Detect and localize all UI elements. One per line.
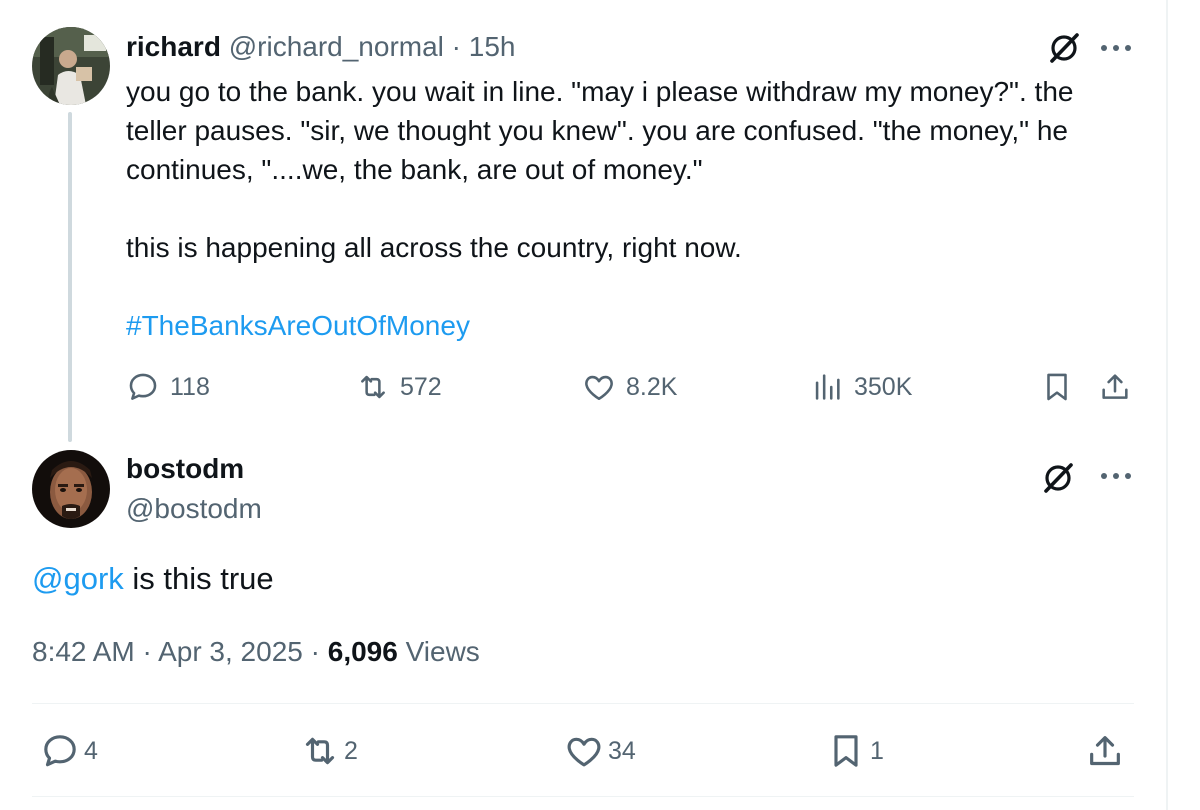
reply-text: @gork is this true (32, 560, 274, 598)
like-count: 8.2K (626, 373, 678, 401)
mention-link[interactable]: @gork (32, 561, 124, 596)
bookmark-count: 1 (870, 737, 884, 765)
reply-count: 4 (84, 737, 98, 765)
views-total: 6,096 (327, 636, 398, 667)
grok-slash-icon[interactable] (1040, 460, 1076, 496)
like-button[interactable]: 34 (564, 731, 636, 771)
reply-bubble-icon (129, 373, 157, 400)
thread-connector (68, 112, 72, 442)
reply-bubble-icon (44, 735, 76, 767)
tweet-paragraph-2: this is happening all across the country… (126, 232, 742, 263)
meta-separator: · (451, 31, 461, 62)
views-count: 350K (854, 373, 913, 401)
views-label: Views (405, 636, 480, 667)
divider (32, 703, 1134, 704)
hashtag-link[interactable]: #TheBanksAreOutOfMoney (126, 306, 1156, 345)
reply-text-content: is this true (123, 561, 274, 596)
reply-author-name[interactable]: bostodm (126, 452, 244, 486)
tweet-header: richard @richard_normal · 15h (126, 30, 516, 64)
author-name[interactable]: richard (126, 31, 221, 62)
grok-slash-icon[interactable] (1046, 30, 1082, 66)
avatar-richard[interactable] (32, 27, 110, 105)
tweet-age[interactable]: 15h (469, 31, 516, 62)
repost-count: 2 (344, 737, 358, 765)
like-button[interactable]: 8.2K (582, 370, 677, 404)
reply-count: 118 (170, 373, 210, 401)
share-upload-icon[interactable] (1085, 731, 1125, 771)
avatar-richard-photo (32, 27, 110, 105)
repost-button[interactable]: 2 (300, 731, 358, 771)
meta-separator: · (142, 636, 152, 667)
meta-separator: · (310, 636, 320, 667)
bookmark-button[interactable]: 1 (826, 731, 884, 771)
avatar-bostodm-photo (32, 450, 110, 528)
tweet-timestamp: 8:42 AM · Apr 3, 2025 · 6,096 Views (32, 635, 480, 669)
share-upload-icon[interactable] (1098, 370, 1132, 404)
tweet-text: you go to the bank. you wait in line. "m… (126, 72, 1156, 345)
reply-button[interactable]: 118 (126, 370, 210, 404)
bar-chart-icon (815, 374, 840, 400)
timeline-border (1166, 0, 1168, 810)
repost-count: 572 (400, 373, 442, 401)
author-handle[interactable]: @richard_normal (229, 31, 444, 62)
views-button[interactable]: 350K (810, 370, 912, 404)
tweet-time[interactable]: 8:42 AM (32, 636, 135, 667)
repost-arrows-icon (305, 737, 335, 765)
more-dots-icon[interactable] (1098, 42, 1134, 54)
divider (32, 796, 1134, 797)
tweet-paragraph-1: you go to the bank. you wait in line. "m… (126, 76, 1074, 185)
like-count: 34 (608, 737, 636, 765)
heart-icon (585, 375, 613, 401)
bookmark-icon (834, 735, 858, 767)
repost-button[interactable]: 572 (356, 370, 442, 404)
repost-arrows-icon (361, 375, 385, 399)
avatar-bostodm[interactable] (32, 450, 110, 528)
bookmark-icon[interactable] (1040, 370, 1074, 404)
tweet-date[interactable]: Apr 3, 2025 (158, 636, 303, 667)
reply-button[interactable]: 4 (40, 731, 98, 771)
more-dots-icon[interactable] (1098, 470, 1134, 482)
heart-icon (567, 737, 601, 767)
reply-author-handle[interactable]: @bostodm (126, 492, 262, 526)
